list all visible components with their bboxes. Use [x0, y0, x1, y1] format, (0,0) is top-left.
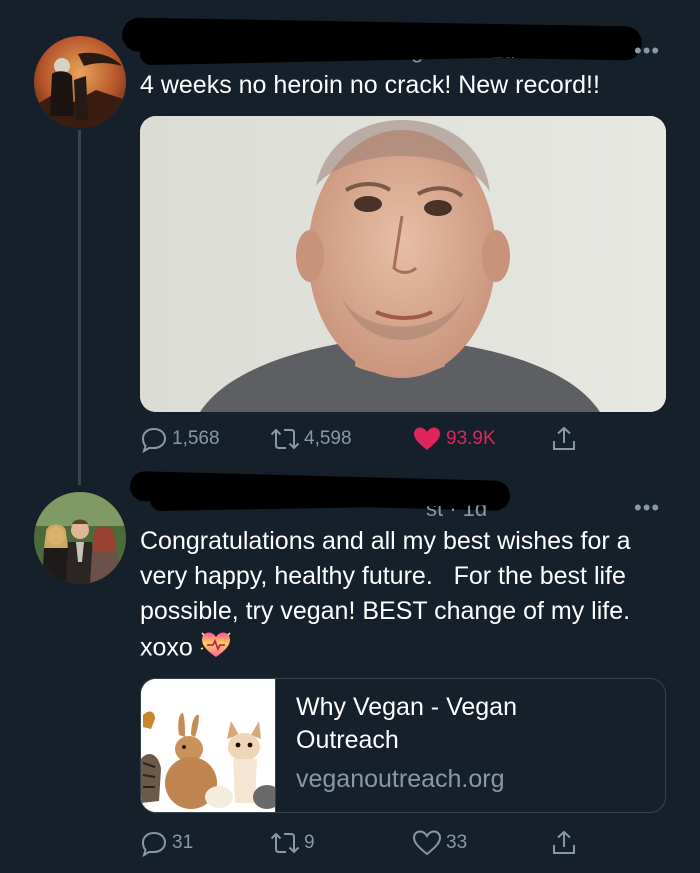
retweet-count: 4,598 [304, 428, 352, 449]
thread-connector-line [78, 130, 81, 485]
reply-count: 31 [172, 832, 194, 853]
reply-button[interactable]: 31 [140, 828, 193, 858]
reply-button[interactable]: 1,568 [140, 424, 220, 454]
link-preview-image [141, 679, 281, 812]
tweet-actions: 1,568 4,598 93.9K [140, 424, 600, 454]
sparkling-heart-icon [199, 629, 233, 669]
reply-icon [141, 427, 167, 453]
twitter-thread: vegeuso · 1d ••• 4 weeks no heroin no cr… [0, 0, 700, 873]
like-icon [412, 830, 442, 856]
retweet-count: 9 [304, 832, 315, 853]
link-preview-card[interactable]: Why Vegan - Vegan Outreach veganoutreach… [140, 678, 666, 813]
tweet-actions: 31 9 33 [140, 828, 600, 858]
more-icon[interactable]: ••• [634, 40, 660, 62]
retweet-button[interactable]: 9 [270, 828, 315, 858]
more-icon[interactable]: ••• [634, 497, 660, 519]
tweet-text: Congratulations and all my best wishes f… [140, 524, 680, 669]
tweet-photo[interactable] [140, 116, 666, 412]
reply-icon [141, 831, 167, 857]
link-preview-domain: veganoutreach.org [296, 765, 505, 793]
share-icon [553, 426, 575, 450]
link-preview-title: Why Vegan - Vegan Outreach [296, 693, 517, 754]
link-preview-text: Why Vegan - Vegan Outreach veganoutreach… [276, 679, 610, 812]
retweet-icon [270, 832, 300, 854]
like-count: 33 [446, 832, 468, 853]
reply-count: 1,568 [172, 428, 220, 449]
like-count: 93.9K [446, 428, 496, 449]
like-button[interactable]: 93.9K [412, 424, 496, 454]
like-icon [414, 427, 440, 450]
share-button[interactable] [550, 828, 582, 858]
retweet-button[interactable]: 4,598 [270, 424, 352, 454]
avatar[interactable] [34, 36, 126, 128]
tweet-text: 4 weeks no heroin no crack! New record!! [140, 71, 600, 99]
retweet-icon [270, 428, 300, 450]
like-button[interactable]: 33 [412, 828, 467, 858]
avatar[interactable] [34, 492, 126, 584]
share-icon [553, 830, 575, 854]
share-button[interactable] [550, 424, 582, 454]
